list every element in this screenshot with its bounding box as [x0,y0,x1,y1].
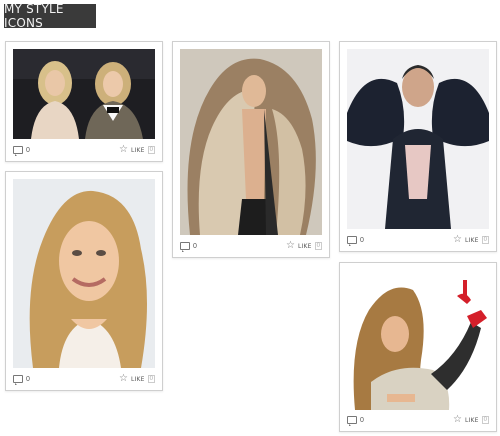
style-card-twins[interactable]: 0 ☆ LIKE 0 [5,41,163,162]
star-icon: ☆ [119,373,129,384]
star-icon: ☆ [453,234,463,245]
board-title: MY STYLE ICONS [4,2,96,30]
like-button[interactable]: ☆ LIKE 0 [119,145,155,155]
style-card-red-heels[interactable]: 0 ☆ LIKE 0 [339,262,497,432]
like-button[interactable]: ☆ LIKE 0 [453,415,489,425]
like-button[interactable]: ☆ LIKE 0 [119,374,155,384]
photo-red-heels[interactable] [347,270,489,410]
like-label: LIKE [131,146,145,154]
card-footer: 0 ☆ LIKE 0 [13,144,155,156]
comment-count: 0 [26,375,30,383]
comment-icon[interactable] [13,146,23,156]
like-count: 0 [481,416,489,424]
star-icon: ☆ [286,240,296,251]
card-footer: 0 ☆ LIKE 0 [13,373,155,385]
style-card-fur-coat[interactable]: 0 ☆ LIKE 0 [172,41,330,258]
comment-icon[interactable] [347,416,357,426]
like-count: 0 [314,242,322,250]
like-button[interactable]: ☆ LIKE 0 [286,241,322,251]
photo-twins[interactable] [13,49,155,139]
like-count: 0 [147,375,155,383]
like-label: LIKE [131,375,145,383]
card-footer: 0 ☆ LIKE 0 [180,240,322,252]
photo-feathers[interactable] [347,49,489,229]
like-count: 0 [481,236,489,244]
like-count: 0 [147,146,155,154]
star-icon: ☆ [453,414,463,425]
comment-icon[interactable] [180,242,190,252]
star-icon: ☆ [119,144,129,155]
photo-blonde[interactable] [13,179,155,368]
comment-icon[interactable] [13,375,23,385]
style-card-blonde[interactable]: 0 ☆ LIKE 0 [5,171,163,391]
comment-icon[interactable] [347,236,357,246]
comment-count: 0 [360,416,364,424]
comment-count: 0 [26,146,30,154]
card-footer: 0 ☆ LIKE 0 [347,414,489,426]
like-label: LIKE [298,242,312,250]
like-label: LIKE [465,416,479,424]
style-card-feathers[interactable]: 0 ☆ LIKE 0 [339,41,497,252]
comment-count: 0 [360,236,364,244]
like-button[interactable]: ☆ LIKE 0 [453,235,489,245]
card-footer: 0 ☆ LIKE 0 [347,234,489,246]
photo-fur-coat[interactable] [180,49,322,235]
like-label: LIKE [465,236,479,244]
comment-count: 0 [193,242,197,250]
